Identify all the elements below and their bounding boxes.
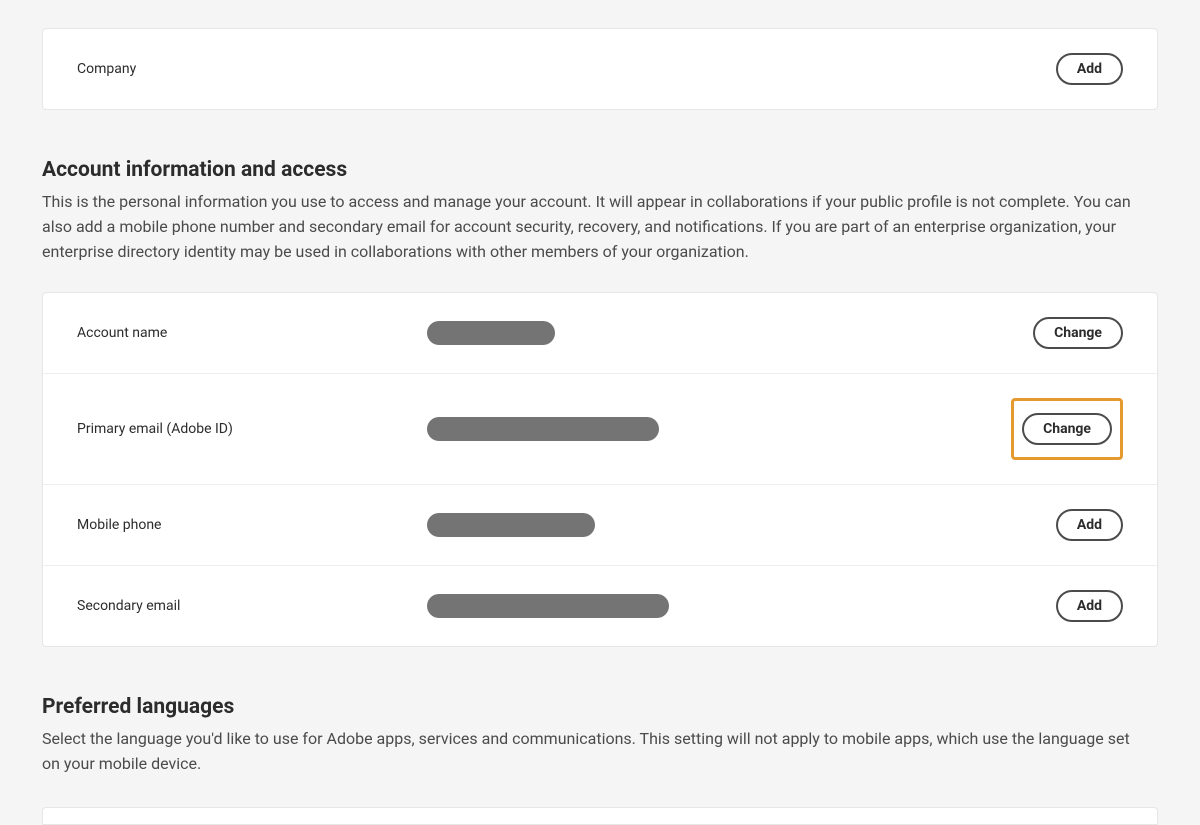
primary-email-row: Primary email (Adobe ID) Change (43, 374, 1157, 485)
profile-company-card: Company Add (42, 28, 1158, 110)
mobile-phone-row: Mobile phone Add (43, 485, 1157, 566)
company-add-button[interactable]: Add (1056, 53, 1123, 85)
redacted-placeholder (427, 594, 669, 618)
preferred-languages-card (42, 807, 1158, 825)
redacted-placeholder (427, 417, 659, 441)
redacted-placeholder (427, 513, 595, 537)
account-info-heading: Account information and access (42, 158, 1158, 182)
primary-email-value (427, 417, 1011, 441)
secondary-email-row: Secondary email Add (43, 566, 1157, 646)
secondary-email-add-button[interactable]: Add (1056, 590, 1123, 622)
account-name-row: Account name Change (43, 293, 1157, 374)
mobile-phone-add-button[interactable]: Add (1056, 509, 1123, 541)
mobile-phone-value (427, 513, 1056, 537)
account-name-value (427, 321, 1033, 345)
account-name-label: Account name (77, 325, 427, 341)
primary-email-highlight: Change (1011, 398, 1123, 460)
company-label: Company (77, 61, 427, 77)
preferred-languages-description: Select the language you'd like to use fo… (42, 727, 1142, 777)
preferred-languages-heading: Preferred languages (42, 695, 1158, 719)
redacted-placeholder (427, 321, 555, 345)
company-row: Company Add (43, 29, 1157, 109)
secondary-email-value (427, 594, 1056, 618)
primary-email-label: Primary email (Adobe ID) (77, 421, 427, 437)
account-info-description: This is the personal information you use… (42, 190, 1142, 264)
mobile-phone-label: Mobile phone (77, 517, 427, 533)
secondary-email-label: Secondary email (77, 598, 427, 614)
primary-email-change-button[interactable]: Change (1022, 413, 1112, 445)
account-info-card: Account name Change Primary email (Adobe… (42, 292, 1158, 647)
account-name-change-button[interactable]: Change (1033, 317, 1123, 349)
